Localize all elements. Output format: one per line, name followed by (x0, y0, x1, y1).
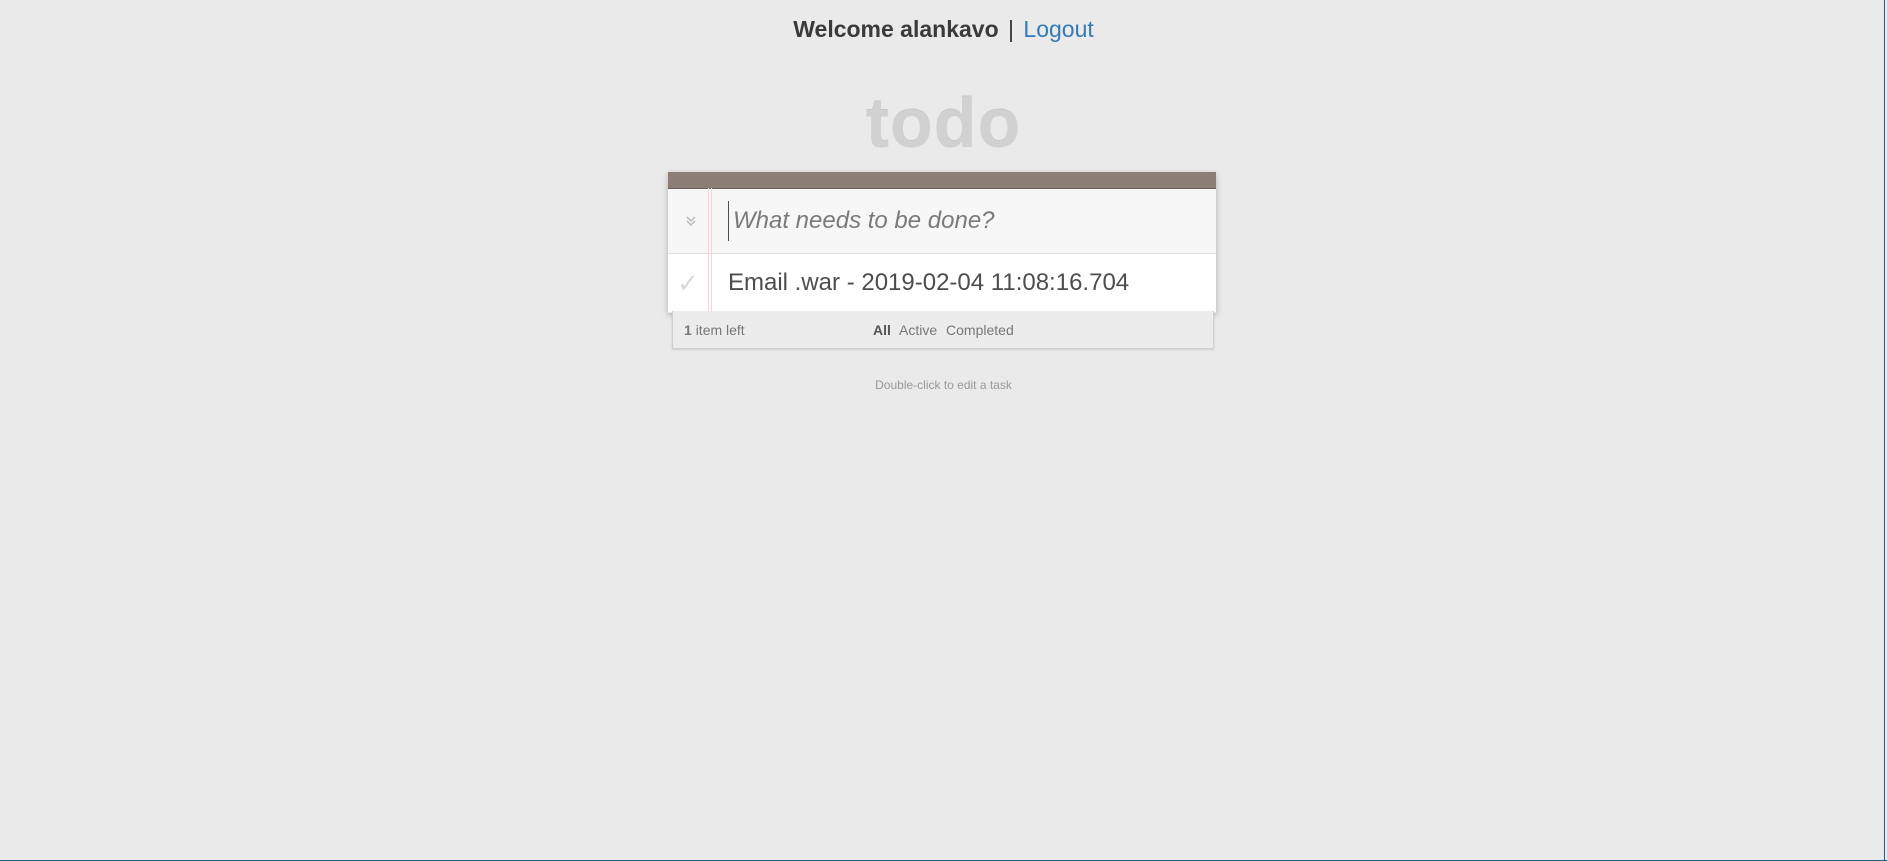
double-chevron-down-icon[interactable] (668, 189, 713, 253)
todo-label[interactable]: Email .war - 2019-02-04 11:08:16.704 (728, 268, 1129, 298)
checkmark-icon[interactable]: ✓ (668, 254, 708, 312)
todo-count: 1 item left (684, 322, 745, 338)
todo-count-suffix: item left (695, 322, 745, 338)
filters: All Active Completed (873, 322, 1019, 338)
filter-completed[interactable]: Completed (946, 322, 1014, 338)
todo-count-number: 1 (684, 322, 692, 338)
margin-line (711, 188, 712, 312)
welcome-text: Welcome alankavo (793, 16, 999, 42)
new-todo-input[interactable] (728, 201, 1203, 241)
todo-footer: 1 item left All Active Completed (672, 311, 1214, 349)
edit-hint: Double-click to edit a task (875, 378, 1012, 392)
todo-app: ✓ Email .war - 2019-02-04 11:08:16.704 (668, 172, 1216, 313)
todo-item[interactable]: ✓ Email .war - 2019-02-04 11:08:16.704 (668, 254, 1216, 313)
logout-link[interactable]: Logout (1023, 16, 1093, 42)
app-top-bar (668, 172, 1216, 189)
margin-line (708, 188, 709, 312)
welcome-bar: Welcome alankavo | Logout (0, 14, 1887, 44)
welcome-separator: | (1008, 16, 1015, 42)
new-todo-row (668, 189, 1216, 254)
filter-all[interactable]: All (873, 322, 891, 338)
filter-active[interactable]: Active (899, 322, 937, 338)
app-title: todo (865, 84, 1022, 162)
